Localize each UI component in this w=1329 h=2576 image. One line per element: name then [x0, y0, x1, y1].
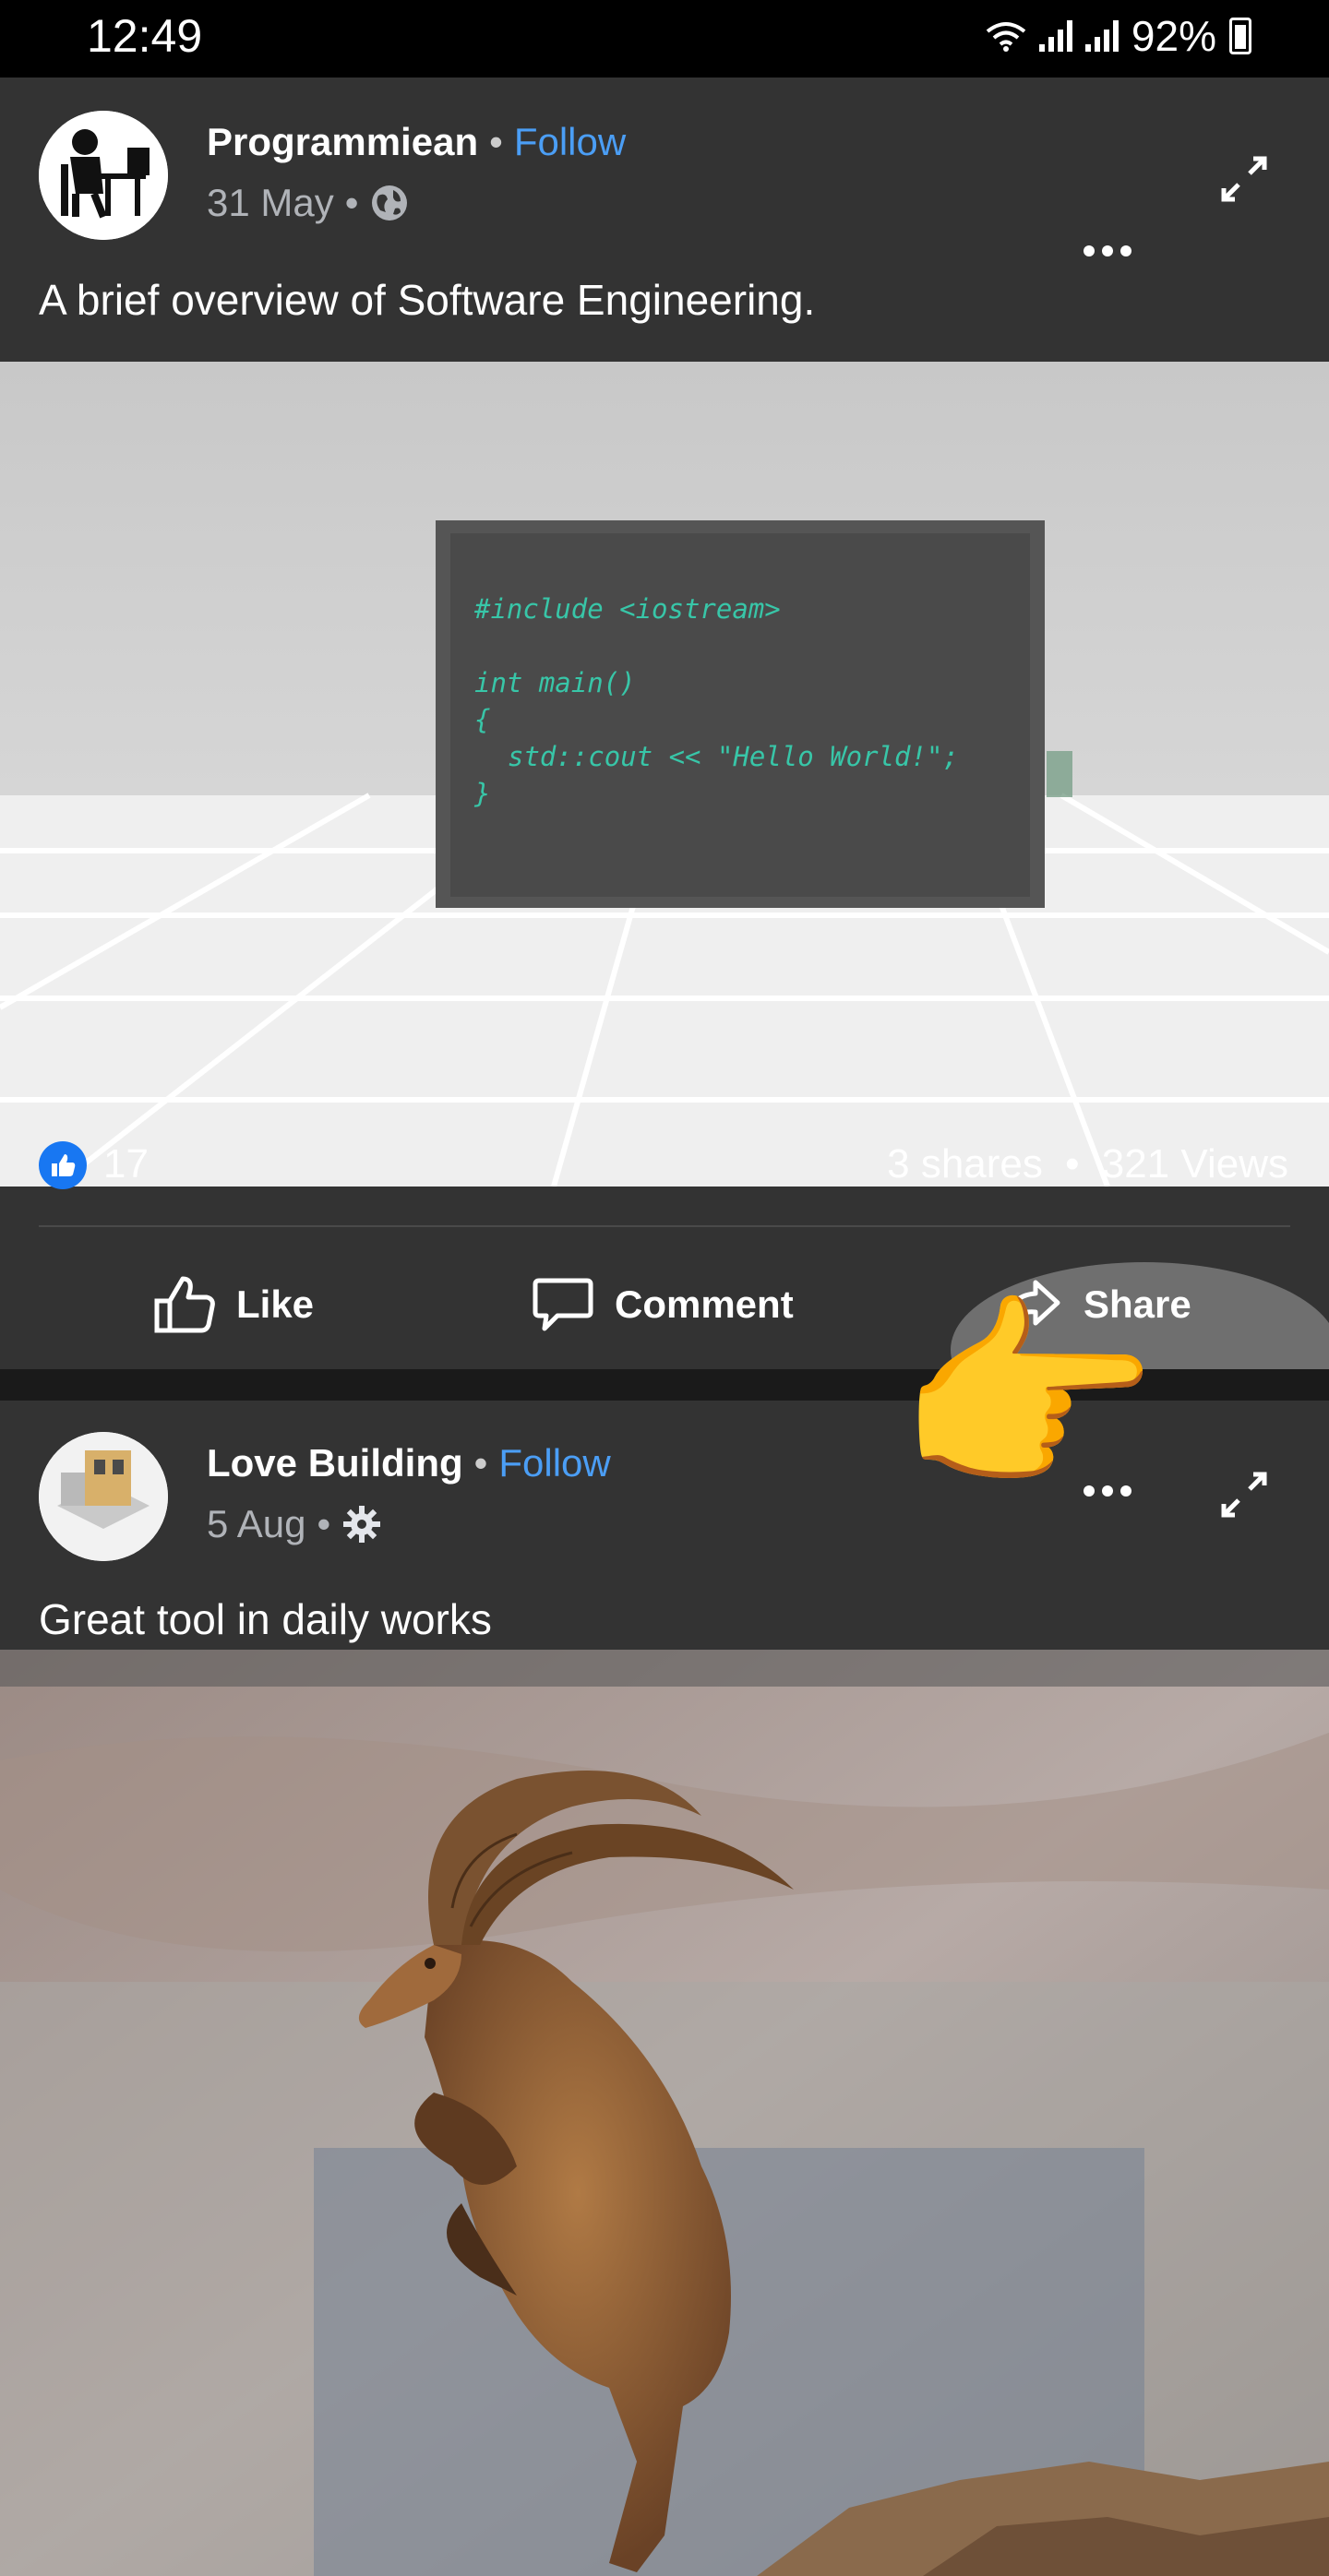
- like-label: Like: [236, 1282, 315, 1326]
- separator-dot: •: [473, 1441, 488, 1485]
- like-button[interactable]: Like: [151, 1258, 314, 1351]
- post-video[interactable]: #include <iostream> int main() { std::co…: [0, 362, 1329, 1187]
- expand-icon[interactable]: [1215, 1465, 1274, 1524]
- comment-button[interactable]: Comment: [530, 1258, 794, 1351]
- gear-icon: [343, 1506, 381, 1543]
- separator-dot: •: [344, 181, 359, 224]
- comment-icon: [533, 1278, 593, 1331]
- share-view-stats: 3 shares • 321 Views: [887, 1141, 1288, 1187]
- post-date[interactable]: 5 Aug: [207, 1502, 305, 1546]
- code-line: }: [474, 778, 491, 809]
- thumbs-up-outline-icon: [154, 1276, 215, 1333]
- post-meta: 31 May •: [207, 181, 410, 225]
- author-avatar[interactable]: [39, 111, 168, 240]
- like-count[interactable]: 17: [103, 1141, 149, 1187]
- like-reaction-badge[interactable]: [39, 1141, 87, 1189]
- follow-button[interactable]: Follow: [514, 120, 626, 163]
- thumbs-up-icon: [52, 1154, 76, 1176]
- comment-label: Comment: [615, 1282, 794, 1326]
- post-author-line: Love Building • Follow: [207, 1441, 611, 1485]
- pointing-hand-icon: 👉: [895, 1279, 1160, 1516]
- view-count: 321 Views: [1101, 1141, 1288, 1187]
- signal-icon-2: [1084, 20, 1119, 52]
- author-avatar[interactable]: [39, 1432, 168, 1561]
- author-name[interactable]: Programmiean: [207, 120, 478, 163]
- more-options-button[interactable]: [1084, 245, 1131, 256]
- status-bar: 12:49 92%: [0, 0, 1329, 78]
- code-line: {: [474, 704, 491, 735]
- code-line: int main(): [474, 667, 636, 698]
- ibex-photo: [0, 1650, 1329, 2576]
- code-text-block: #include <iostream> int main() { std::co…: [474, 590, 959, 812]
- author-name[interactable]: Love Building: [207, 1441, 463, 1485]
- battery-icon: [1229, 18, 1251, 54]
- separator-dot: •: [317, 1502, 331, 1545]
- follow-button[interactable]: Follow: [498, 1441, 610, 1485]
- post-date[interactable]: 31 May: [207, 181, 334, 225]
- post-card-1: Programmiean • Follow 31 May • A brief ove…: [0, 78, 1329, 1437]
- post-image-ibex[interactable]: [0, 1650, 1329, 2576]
- building-avatar-icon: [39, 1432, 168, 1561]
- expand-icon[interactable]: [1215, 149, 1274, 209]
- code-line: #include <iostream>: [474, 593, 781, 625]
- globe-icon: [372, 185, 408, 221]
- divider: [39, 1225, 1290, 1227]
- code-line: std::cout << "Hello World!";: [508, 741, 959, 772]
- signal-icon: [1038, 20, 1072, 52]
- post-caption: Great tool in daily works: [39, 1595, 492, 1643]
- status-icons: 92%: [986, 11, 1251, 61]
- battery-percent: 92%: [1131, 12, 1216, 60]
- wifi-icon: [986, 22, 1026, 52]
- programmer-avatar-icon: [39, 111, 168, 240]
- share-count[interactable]: 3 shares: [887, 1141, 1043, 1187]
- post-author-line: Programmiean • Follow: [207, 120, 626, 164]
- post-caption: A brief overview of Software Engineering…: [39, 276, 816, 324]
- separator-dot: •: [489, 120, 503, 163]
- status-time: 12:49: [87, 10, 203, 62]
- post-meta: 5 Aug •: [207, 1502, 382, 1546]
- separator-dot: •: [1065, 1141, 1080, 1187]
